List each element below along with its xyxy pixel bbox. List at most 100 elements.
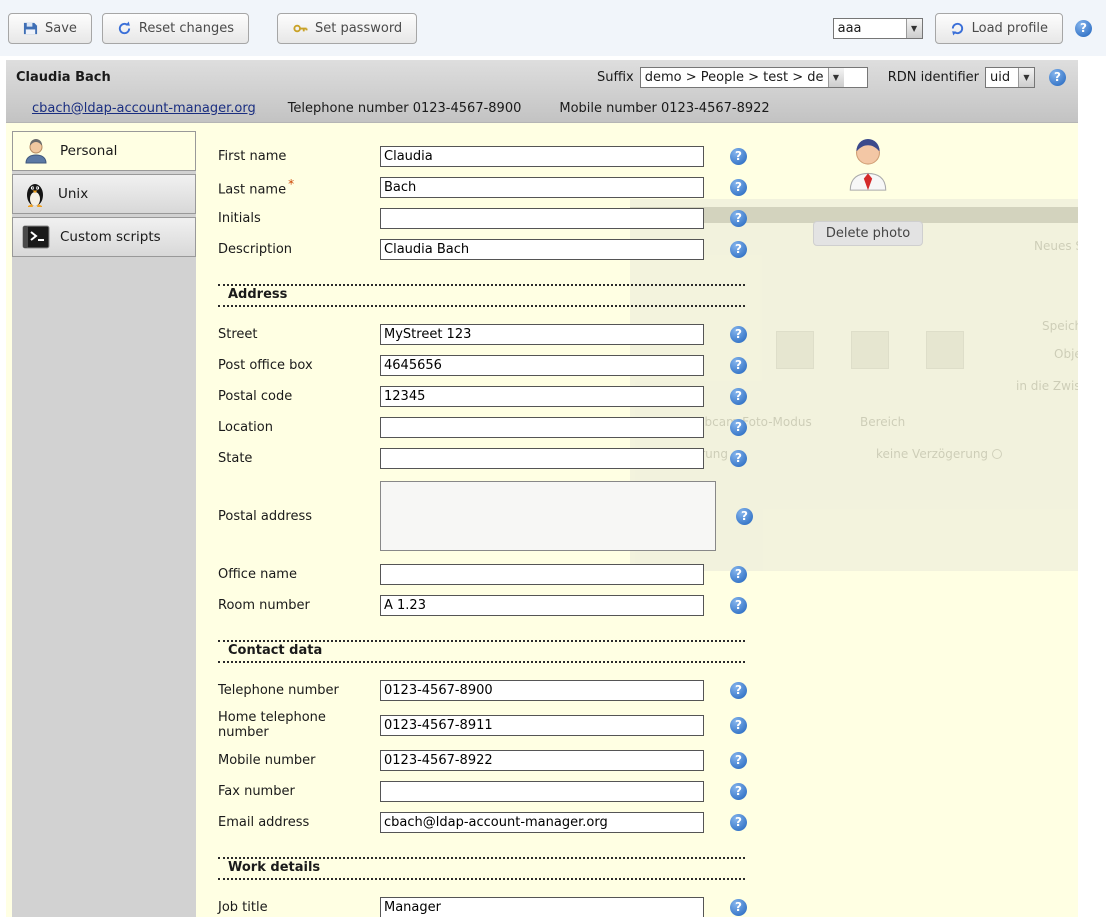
room-number-label: Room number xyxy=(218,598,380,613)
form-row: Office name ? xyxy=(218,563,763,585)
mobile-number-label: Mobile number xyxy=(218,753,380,768)
postal-address-textarea[interactable] xyxy=(380,481,716,551)
form-row: State ? xyxy=(218,447,763,469)
ghost-text: Speich xyxy=(1042,319,1078,333)
save-button-label: Save xyxy=(45,21,77,36)
chevron-down-icon: ▼ xyxy=(828,68,844,87)
chevron-down-icon: ▼ xyxy=(1018,68,1034,87)
ghost-thumbnail xyxy=(926,331,964,369)
help-icon[interactable]: ? xyxy=(730,148,747,165)
ghost-text: in die Zwisch xyxy=(1016,379,1078,393)
tux-icon xyxy=(22,180,48,208)
first-name-input[interactable] xyxy=(380,146,704,167)
telephone-summary: Telephone number 0123-4567-8900 xyxy=(288,101,522,116)
help-icon[interactable]: ? xyxy=(730,388,747,405)
fax-number-input[interactable] xyxy=(380,781,704,802)
first-name-label: First name xyxy=(218,149,380,164)
person-icon xyxy=(22,137,50,165)
last-name-label: Last name* xyxy=(218,177,380,197)
refresh-icon xyxy=(950,21,965,36)
set-password-label: Set password xyxy=(315,21,402,36)
description-label: Description xyxy=(218,242,380,257)
page-title: Claudia Bach xyxy=(16,70,111,85)
reset-changes-label: Reset changes xyxy=(139,21,234,36)
job-title-input[interactable] xyxy=(380,897,704,917)
help-icon[interactable]: ? xyxy=(730,210,747,227)
help-icon[interactable]: ? xyxy=(730,450,747,467)
email-link[interactable]: cbach@ldap-account-manager.org xyxy=(32,101,256,116)
telephone-number-label: Telephone number xyxy=(218,683,380,698)
help-icon[interactable]: ? xyxy=(730,179,747,196)
suffix-select[interactable]: demo > People > test > de ▼ xyxy=(640,67,868,88)
help-icon[interactable]: ? xyxy=(730,899,747,916)
help-icon[interactable]: ? xyxy=(730,326,747,343)
profile-select-value: aaa xyxy=(834,19,866,38)
post-office-box-label: Post office box xyxy=(218,358,380,373)
help-icon[interactable]: ? xyxy=(1075,20,1092,37)
email-address-input[interactable] xyxy=(380,812,704,833)
post-office-box-input[interactable] xyxy=(380,355,704,376)
ghost-text: Bereich xyxy=(860,415,905,429)
help-icon[interactable]: ? xyxy=(730,566,747,583)
help-icon[interactable]: ? xyxy=(730,597,747,614)
room-number-input[interactable] xyxy=(380,595,704,616)
reset-changes-button[interactable]: Reset changes xyxy=(102,13,249,44)
profile-select[interactable]: aaa ▼ xyxy=(833,18,923,39)
key-icon xyxy=(292,21,308,36)
mobile-number-input[interactable] xyxy=(380,750,704,771)
tab-personal[interactable]: Personal xyxy=(12,131,196,171)
help-icon[interactable]: ? xyxy=(730,419,747,436)
initials-label: Initials xyxy=(218,211,380,226)
chevron-down-icon: ▼ xyxy=(906,19,922,38)
section-header-address: Address xyxy=(218,284,745,307)
office-name-label: Office name xyxy=(218,567,380,582)
home-telephone-number-label: Home telephone number xyxy=(218,710,380,740)
help-icon[interactable]: ? xyxy=(730,783,747,800)
last-name-label-text: Last name xyxy=(218,182,286,197)
location-label: Location xyxy=(218,420,380,435)
street-input[interactable] xyxy=(380,324,704,345)
rdn-identifier-select[interactable]: uid ▼ xyxy=(985,67,1035,88)
home-telephone-number-input[interactable] xyxy=(380,715,704,736)
location-input[interactable] xyxy=(380,417,704,438)
delete-photo-button[interactable]: Delete photo xyxy=(813,221,923,246)
help-icon[interactable]: ? xyxy=(730,682,747,699)
save-icon xyxy=(23,21,38,36)
tab-unix[interactable]: Unix xyxy=(12,174,196,214)
form-row: Mobile number ? xyxy=(218,749,763,771)
undo-arrow-icon xyxy=(117,21,132,36)
header-controls: Suffix demo > People > test > de ▼ RDN i… xyxy=(597,67,1066,88)
postal-code-label: Postal code xyxy=(218,389,380,404)
module-sidebar: Personal Unix xyxy=(12,131,196,917)
state-input[interactable] xyxy=(380,448,704,469)
tab-custom-scripts[interactable]: Custom scripts xyxy=(12,217,196,257)
load-profile-button[interactable]: Load profile xyxy=(935,13,1063,44)
section-header-contact-data: Contact data xyxy=(218,640,745,663)
help-icon[interactable]: ? xyxy=(730,241,747,258)
description-input[interactable] xyxy=(380,239,704,260)
form-row: Fax number ? xyxy=(218,780,763,802)
postal-code-input[interactable] xyxy=(380,386,704,407)
help-icon[interactable]: ? xyxy=(730,717,747,734)
content-area: Neues S Speich Obje in die Zwisch Webcam… xyxy=(6,123,1078,917)
load-profile-label: Load profile xyxy=(972,21,1048,36)
set-password-button[interactable]: Set password xyxy=(277,13,417,44)
help-icon[interactable]: ? xyxy=(736,508,753,525)
account-header: Claudia Bach Suffix demo > People > test… xyxy=(6,60,1078,123)
form-row: Job title ? xyxy=(218,896,763,917)
last-name-input[interactable] xyxy=(380,177,704,198)
suffix-select-value: demo > People > test > de xyxy=(641,68,828,87)
help-icon[interactable]: ? xyxy=(730,752,747,769)
initials-input[interactable] xyxy=(380,208,704,229)
fax-number-label: Fax number xyxy=(218,784,380,799)
job-title-label: Job title xyxy=(218,900,380,915)
save-button[interactable]: Save xyxy=(8,13,92,44)
help-icon[interactable]: ? xyxy=(730,814,747,831)
required-marker: * xyxy=(288,177,294,191)
form-row: Street ? xyxy=(218,323,763,345)
tab-unix-label: Unix xyxy=(58,186,88,202)
office-name-input[interactable] xyxy=(380,564,704,585)
telephone-number-input[interactable] xyxy=(380,680,704,701)
help-icon[interactable]: ? xyxy=(1049,69,1066,86)
help-icon[interactable]: ? xyxy=(730,357,747,374)
